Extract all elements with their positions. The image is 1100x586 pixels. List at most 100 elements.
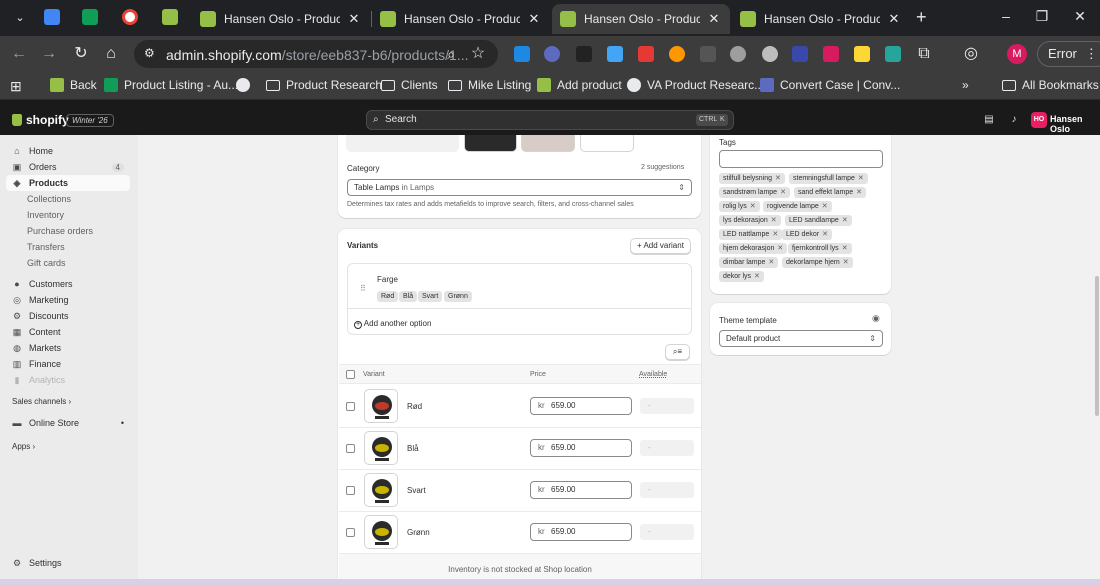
variant-image[interactable] (364, 431, 398, 465)
extension-icon[interactable] (638, 46, 654, 62)
screenshot-icon[interactable]: ◎ (961, 44, 981, 64)
remove-tag-icon[interactable]: ✕ (842, 217, 848, 224)
remove-tag-icon[interactable]: ✕ (775, 175, 781, 182)
all-bookmarks[interactable]: All Bookmarks (1002, 78, 1099, 92)
apps-heading[interactable]: Apps › (12, 442, 35, 451)
sheets-pinned-tab-icon[interactable] (82, 9, 98, 25)
sidebar-item-gift-cards[interactable]: Gift cards (6, 255, 130, 271)
sidebar-item-collections[interactable]: Collections (6, 191, 130, 207)
download-extension-icon[interactable] (514, 46, 530, 62)
bookmark-convert-case[interactable]: Convert Case | Conv... (760, 78, 900, 92)
remove-tag-icon[interactable]: ✕ (754, 273, 760, 280)
remove-tag-icon[interactable]: ✕ (768, 259, 774, 266)
sidebar-item-customers[interactable]: ● Customers (6, 276, 130, 292)
bookmark-back[interactable]: Back (50, 78, 97, 92)
bookmark-va-product-research[interactable]: VA Product Researc... (627, 78, 764, 92)
admin-search-input[interactable]: ⌕ Search CTRL K (366, 110, 734, 130)
zoom-search-icon[interactable]: ⌕ (441, 44, 461, 64)
media-thumbnail[interactable] (346, 135, 459, 152)
variant-image[interactable] (364, 515, 398, 549)
tags-input[interactable] (719, 150, 883, 168)
remove-tag-icon[interactable]: ✕ (822, 231, 828, 238)
column-header-price[interactable]: Price (530, 371, 546, 378)
browser-tab[interactable]: Hansen Oslo - Products · I ✕ (732, 4, 910, 34)
close-icon[interactable]: ✕ (346, 11, 362, 27)
docs-pinned-tab-icon[interactable] (44, 9, 60, 25)
kebab-menu-icon[interactable]: ⋮ (1085, 46, 1098, 61)
browser-tab[interactable]: Hansen Oslo - Products · S ✕ (192, 4, 370, 34)
extension-icon[interactable] (669, 46, 685, 62)
row-checkbox[interactable] (346, 528, 355, 537)
remove-tag-icon[interactable]: ✕ (771, 217, 777, 224)
media-thumbnail[interactable] (521, 135, 575, 152)
minimize-icon[interactable]: – (996, 8, 1016, 24)
shopify-pinned-tab-icon[interactable] (162, 9, 178, 25)
category-select[interactable]: Table Lamps in Lamps ⇕ (347, 179, 692, 196)
option-name[interactable]: Farge (377, 275, 398, 284)
media-thumbnail[interactable] (464, 135, 517, 152)
home-icon[interactable]: ⌂ (101, 44, 121, 64)
remove-tag-icon[interactable]: ✕ (843, 259, 849, 266)
table-row[interactable]: Rød kr 659.00 - (338, 385, 701, 427)
bookmark-clients[interactable]: Clients (381, 78, 438, 92)
add-variant-button[interactable]: + Add variant (630, 238, 691, 254)
new-tab-button[interactable]: + (916, 7, 927, 28)
store-avatar[interactable]: HO (1031, 112, 1047, 128)
category-suggestions-link[interactable]: 2 suggestions (641, 164, 684, 171)
tab-search-button[interactable]: ⌄ (12, 10, 28, 26)
inbox-icon[interactable]: ▤ (983, 114, 995, 126)
select-all-checkbox[interactable] (346, 370, 355, 379)
price-input[interactable]: kr 659.00 (530, 523, 632, 541)
sidebar-item-online-store[interactable]: ▬ Online Store • (6, 415, 130, 431)
browser-tab[interactable]: Hansen Oslo - Products · I ✕ (372, 4, 550, 34)
extension-icon[interactable] (607, 46, 623, 62)
bookmark-product-research[interactable]: Product Research (266, 78, 382, 92)
variant-image[interactable] (364, 473, 398, 507)
sidebar-item-transfers[interactable]: Transfers (6, 239, 130, 255)
media-add-slot[interactable] (580, 135, 634, 152)
column-header-available[interactable]: Available (639, 371, 667, 378)
sidebar-item-markets[interactable]: ◍ Markets (6, 340, 130, 356)
bookmarks-overflow-chevron-icon[interactable]: » (962, 78, 969, 92)
remove-tag-icon[interactable]: ✕ (780, 189, 786, 196)
bookmark-add-product[interactable]: Add product (537, 78, 622, 92)
sidebar-item-marketing[interactable]: ◎ Marketing (6, 292, 130, 308)
sidebar-item-settings[interactable]: ⚙ Settings (6, 555, 130, 571)
theme-template-select[interactable]: Default product ⇕ (719, 330, 883, 347)
eye-icon[interactable]: ◉ (872, 313, 880, 324)
row-checkbox[interactable] (346, 402, 355, 411)
bell-icon[interactable]: ♪ (1008, 114, 1020, 126)
bookmark-globe[interactable] (236, 78, 256, 92)
sales-channels-heading[interactable]: Sales channels › (12, 397, 71, 406)
google-pinned-tab-icon[interactable] (122, 9, 138, 25)
search-filter-button[interactable]: ⌕≡ (665, 344, 690, 360)
back-arrow-icon[interactable]: ← (9, 44, 29, 64)
restore-icon[interactable]: ❐ (1032, 8, 1052, 25)
table-row[interactable]: Grønn kr 659.00 - (338, 511, 701, 553)
sidebar-item-analytics[interactable]: ▮ Analytics (6, 372, 130, 388)
profile-avatar[interactable]: M (1007, 44, 1027, 64)
variant-name[interactable]: Grønn (407, 528, 430, 537)
page-scrollbar-thumb[interactable] (1095, 276, 1099, 416)
close-icon[interactable]: ✕ (886, 11, 902, 27)
sidebar-item-discounts[interactable]: ⚙ Discounts (6, 308, 130, 324)
column-header-variant[interactable]: Variant (363, 371, 385, 378)
extension-icon[interactable] (792, 46, 808, 62)
row-checkbox[interactable] (346, 444, 355, 453)
variant-name[interactable]: Blå (407, 444, 419, 453)
remove-tag-icon[interactable]: ✕ (750, 203, 756, 210)
sidebar-item-finance[interactable]: ▥ Finance (6, 356, 130, 372)
variant-name[interactable]: Svart (407, 486, 426, 495)
extension-icon[interactable] (762, 46, 778, 62)
site-info-icon[interactable]: ⚙ (144, 46, 155, 60)
sidebar-item-purchase-orders[interactable]: Purchase orders (6, 223, 130, 239)
price-input[interactable]: kr 659.00 (530, 481, 632, 499)
shopify-logo[interactable]: shopify (12, 113, 69, 127)
online-store-more-icon[interactable]: • (121, 418, 124, 428)
extension-icon[interactable] (854, 46, 870, 62)
table-row[interactable]: Blå kr 659.00 - (338, 427, 701, 469)
reload-icon[interactable]: ↻ (71, 44, 91, 64)
variant-name[interactable]: Rød (407, 402, 422, 411)
bookmark-mike-listing[interactable]: Mike Listing (448, 78, 531, 92)
sidebar-item-content[interactable]: ▦ Content (6, 324, 130, 340)
